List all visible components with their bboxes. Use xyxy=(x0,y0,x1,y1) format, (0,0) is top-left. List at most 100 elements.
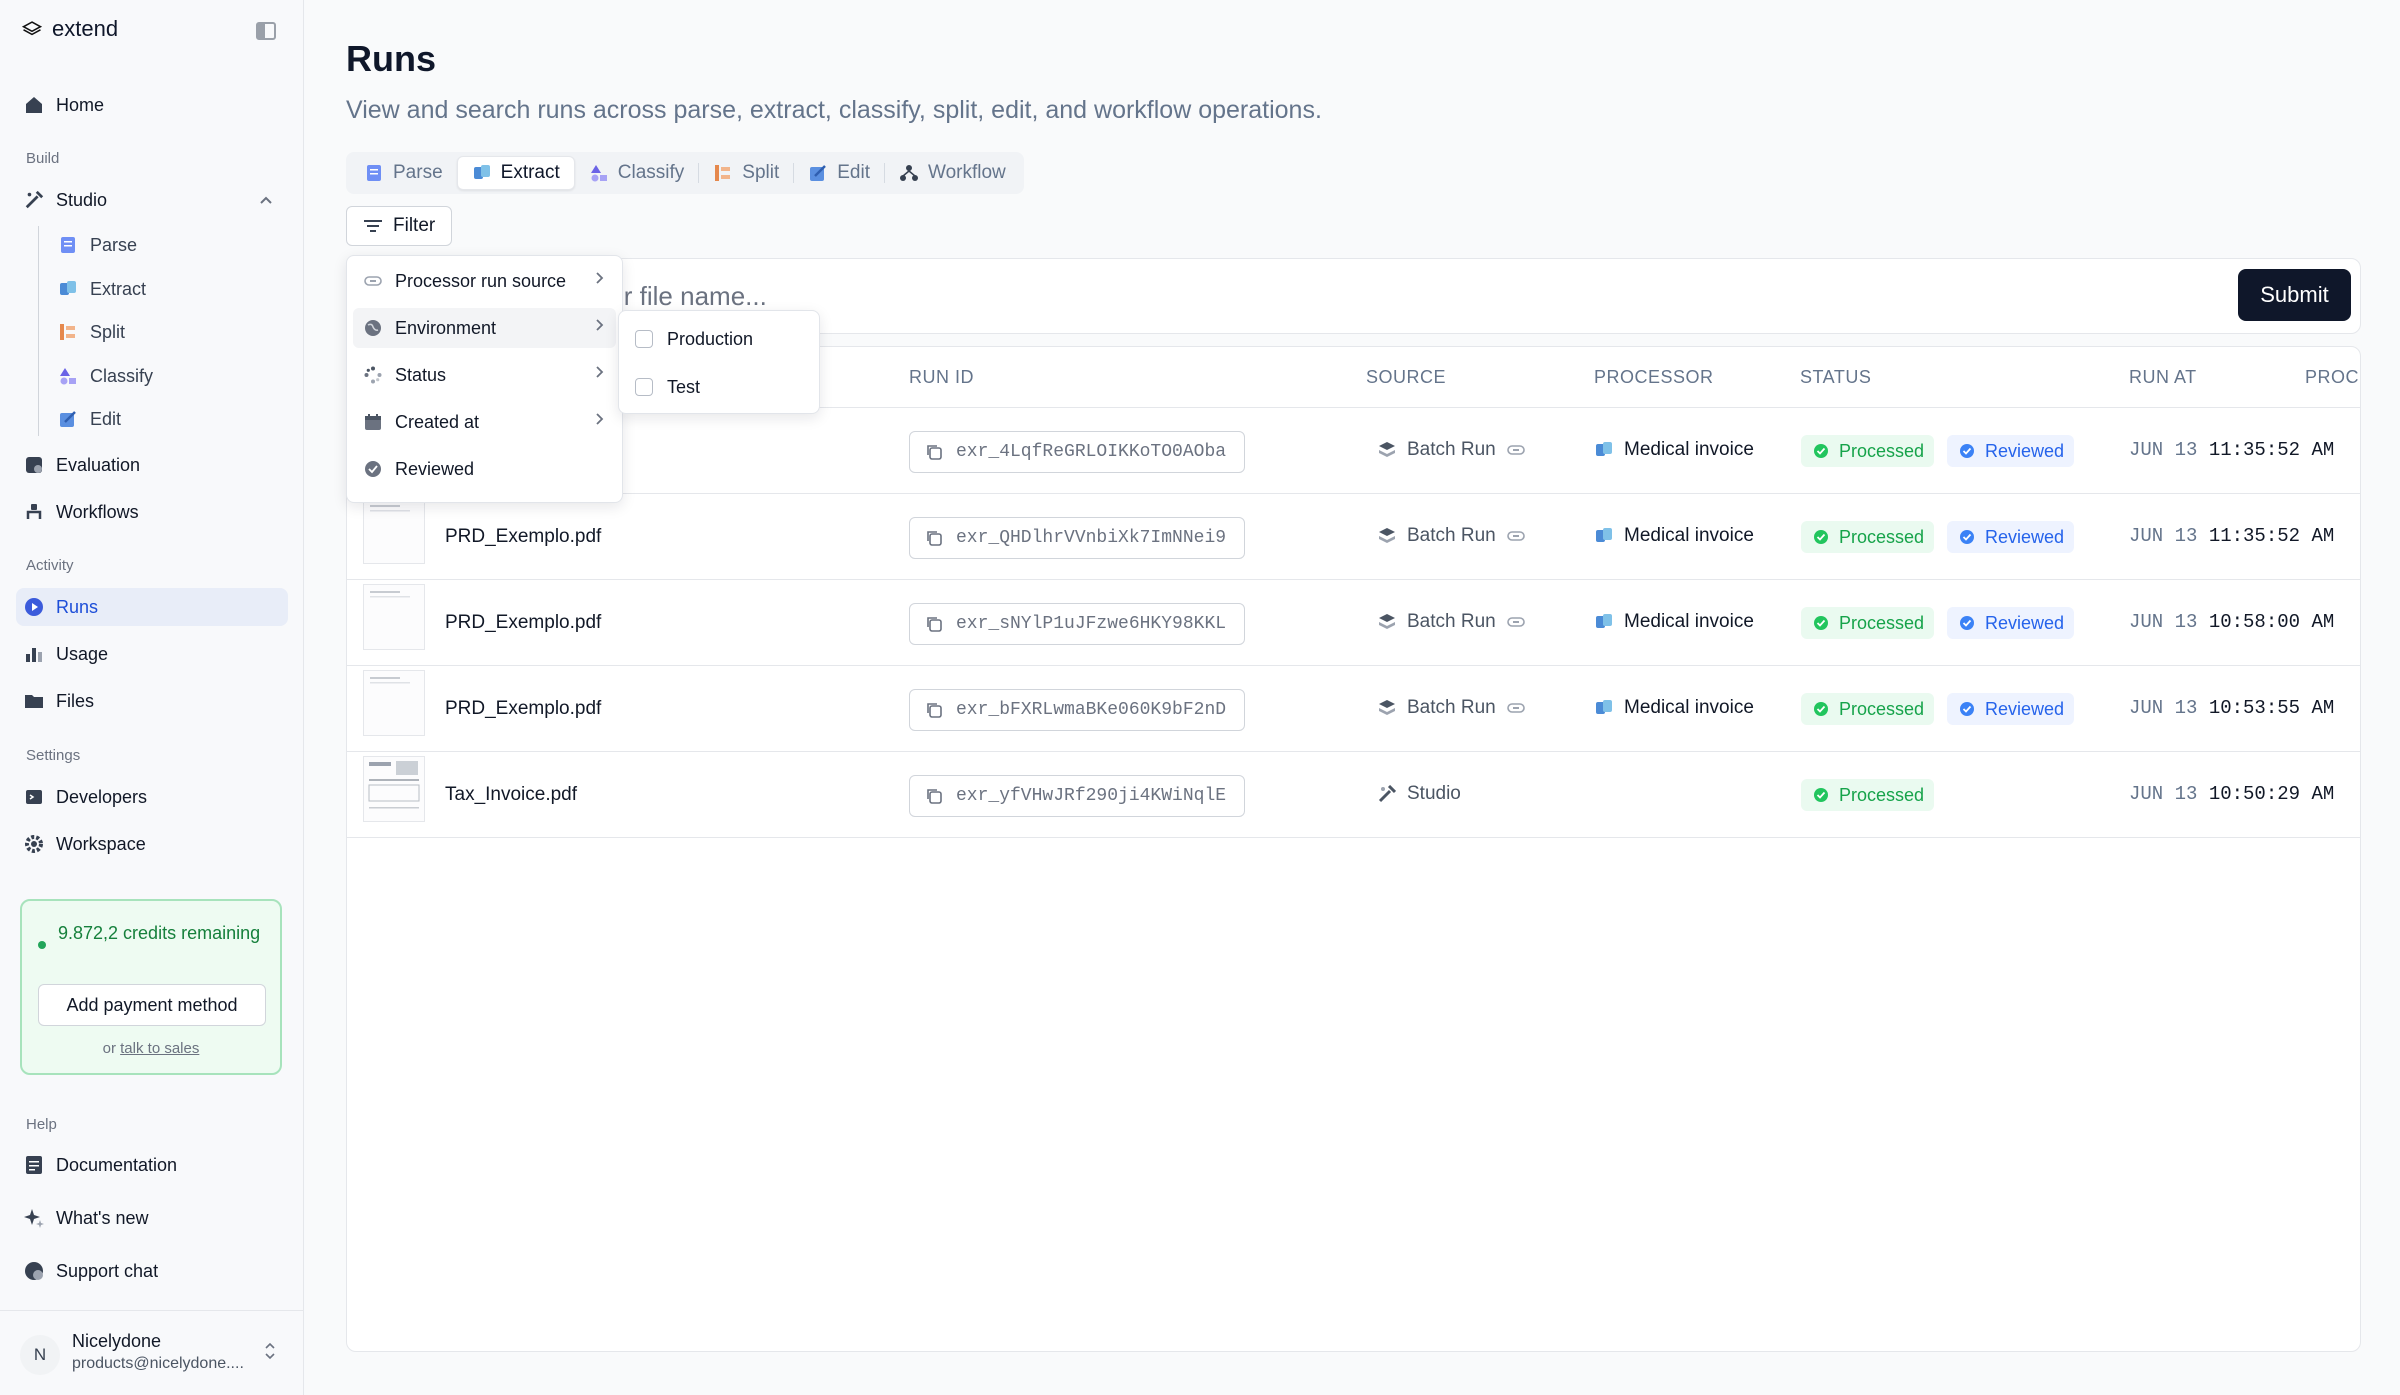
filter-menu-label: Status xyxy=(395,364,447,385)
source-text: Batch Run xyxy=(1407,525,1496,546)
run-id-copy[interactable]: exr_4LqfReGRLOIKKoTO0AOba xyxy=(909,431,1245,473)
file-thumbnail xyxy=(363,670,425,736)
run-id: exr_4LqfReGRLOIKKoTO0AOba xyxy=(956,442,1227,462)
edit-icon xyxy=(58,409,78,429)
folder-icon xyxy=(24,691,44,711)
table-row[interactable]: Tax_Invoice.pdf exr_yfVHwJRf290ji4KWiNql… xyxy=(347,752,2360,838)
add-payment-method-button[interactable]: Add payment method xyxy=(38,984,266,1026)
nav-support-chat[interactable]: Support chat xyxy=(16,1252,288,1290)
nav-developers[interactable]: Developers xyxy=(16,778,288,816)
table-row[interactable]: PRD_Exemplo.pdf exr_sNYlP1uJFzwe6HKY98KK… xyxy=(347,580,2360,666)
nav-whats-new[interactable]: What's new xyxy=(16,1199,288,1237)
nav-studio-split[interactable]: Split xyxy=(58,316,125,348)
filter-menu-item-environment[interactable]: Environment xyxy=(353,308,616,348)
nav-studio-classify[interactable]: Classify xyxy=(58,360,153,392)
nav-studio-parse[interactable]: Parse xyxy=(58,229,137,261)
run-date: JUN 13 xyxy=(2129,525,2198,547)
link-icon[interactable] xyxy=(1506,698,1526,718)
status-badge: Processed xyxy=(1801,435,1935,467)
submit-button[interactable]: Submit xyxy=(2238,269,2351,321)
status-loader-icon xyxy=(363,365,383,385)
tab-workflow-label: Workflow xyxy=(928,162,1006,183)
split-icon xyxy=(713,163,733,183)
reviewed-text: Reviewed xyxy=(1985,440,2065,461)
run-id-copy[interactable]: exr_yfVHwJRf290ji4KWiNqlE xyxy=(909,775,1245,817)
environment-option-production[interactable]: Production xyxy=(635,323,753,355)
reviewed-badge: Reviewed xyxy=(1947,521,2075,553)
tab-split[interactable]: Split xyxy=(699,156,793,190)
run-id-copy[interactable]: exr_QHDlhrVVnbiXk7ImNNei9 xyxy=(909,517,1245,559)
check-circle-icon xyxy=(363,459,383,479)
tab-parse[interactable]: Parse xyxy=(350,156,457,190)
nav-studio-label: Studio xyxy=(56,189,108,210)
nav-studio-edit[interactable]: Edit xyxy=(58,403,121,435)
processor-cell[interactable]: Medical invoice xyxy=(1594,611,1754,633)
chevron-up-icon[interactable] xyxy=(256,190,276,210)
nav-runs[interactable]: Runs xyxy=(16,588,288,626)
tab-edit[interactable]: Edit xyxy=(794,156,884,190)
processor-name: Medical invoice xyxy=(1624,439,1754,460)
production-checkbox[interactable] xyxy=(635,330,653,348)
user-switcher[interactable]: N Nicelydone products@nicelydone.... xyxy=(0,1310,304,1395)
environment-option-test[interactable]: Test xyxy=(635,371,700,403)
chevron-right-icon xyxy=(594,411,604,432)
studio-icon xyxy=(24,190,44,210)
runs-play-icon xyxy=(24,597,44,617)
run-time: 10:53:55 AM xyxy=(2208,697,2335,719)
file-name[interactable]: PRD_Exemplo.pdf xyxy=(445,612,601,634)
nav-evaluation[interactable]: Evaluation xyxy=(16,446,288,484)
credits-status-dot xyxy=(38,941,46,949)
nav-usage[interactable]: Usage xyxy=(16,635,288,673)
run-id-copy[interactable]: exr_sNYlP1uJFzwe6HKY98KKL xyxy=(909,603,1245,645)
source-cell: Studio xyxy=(1377,783,1461,805)
reviewed-badge: Reviewed xyxy=(1947,435,2075,467)
link-icon[interactable] xyxy=(1506,612,1526,632)
run-date: JUN 13 xyxy=(2129,611,2198,633)
nav-home[interactable]: Home xyxy=(16,86,288,124)
tab-extract[interactable]: Extract xyxy=(456,156,575,190)
tab-extract-label: Extract xyxy=(500,162,560,183)
filter-menu-item-reviewed[interactable]: Reviewed xyxy=(353,449,616,489)
run-id: exr_QHDlhrVVnbiXk7ImNNei9 xyxy=(956,528,1227,548)
file-name[interactable]: PRD_Exemplo.pdf xyxy=(445,526,601,548)
file-name[interactable]: Tax_Invoice.pdf xyxy=(445,784,577,806)
nav-documentation[interactable]: Documentation xyxy=(16,1146,288,1184)
link-icon[interactable] xyxy=(1506,440,1526,460)
table-row[interactable]: PRD_Exemplo.pdf exr_bFXRLwmaBKe060K9bF2n… xyxy=(347,666,2360,752)
filter-menu-item-status[interactable]: Status xyxy=(353,355,616,395)
file-name[interactable]: PRD_Exemplo.pdf xyxy=(445,698,601,720)
nav-files[interactable]: Files xyxy=(16,682,288,720)
run-time: 11:35:52 AM xyxy=(2208,439,2335,461)
talk-to-sales-link[interactable]: talk to sales xyxy=(120,1040,199,1057)
extract-icon xyxy=(1594,612,1614,632)
tab-classify[interactable]: Classify xyxy=(575,156,699,190)
header-status: STATUS xyxy=(1800,367,1872,387)
link-icon xyxy=(363,271,383,291)
tab-workflow[interactable]: Workflow xyxy=(885,156,1020,190)
nav-studio[interactable]: Studio xyxy=(16,181,288,219)
processor-cell[interactable]: Medical invoice xyxy=(1594,525,1754,547)
table-row[interactable]: PRD_Exemplo.pdf exr_QHDlhrVVnbiXk7ImNNei… xyxy=(347,494,2360,580)
filter-menu-label: Created at xyxy=(395,411,480,432)
filter-button[interactable]: Filter xyxy=(346,206,453,246)
table-row[interactable]: exr_4LqfReGRLOIKKoTO0AOba Batch Run Medi… xyxy=(347,408,2360,494)
processor-cell[interactable]: Medical invoice xyxy=(1594,439,1754,461)
test-checkbox[interactable] xyxy=(635,378,653,396)
filter-menu-item-created-at[interactable]: Created at xyxy=(353,402,616,442)
run-at: JUN 13 11:35:52 AM xyxy=(2129,525,2334,547)
copy-icon xyxy=(924,442,944,462)
collapse-sidebar-icon[interactable] xyxy=(256,22,276,40)
check-circle-icon xyxy=(1957,613,1977,633)
run-id-copy[interactable]: exr_bFXRLwmaBKe060K9bF2nD xyxy=(909,689,1245,731)
operation-tabs: Parse Extract Classify Split Edit Workfl… xyxy=(346,152,1024,194)
nav-workflows[interactable]: Workflows xyxy=(16,493,288,531)
brand[interactable]: extend xyxy=(22,16,118,42)
link-icon[interactable] xyxy=(1506,526,1526,546)
filter-menu-item-processor-run-source[interactable]: Processor run source xyxy=(353,261,616,301)
nav-studio-extract[interactable]: Extract xyxy=(58,273,146,305)
chevron-right-icon xyxy=(594,364,604,385)
source-text: Batch Run xyxy=(1407,697,1496,718)
reviewed-text: Reviewed xyxy=(1985,698,2065,719)
processor-cell[interactable]: Medical invoice xyxy=(1594,697,1754,719)
nav-workspace[interactable]: Workspace xyxy=(16,825,288,863)
